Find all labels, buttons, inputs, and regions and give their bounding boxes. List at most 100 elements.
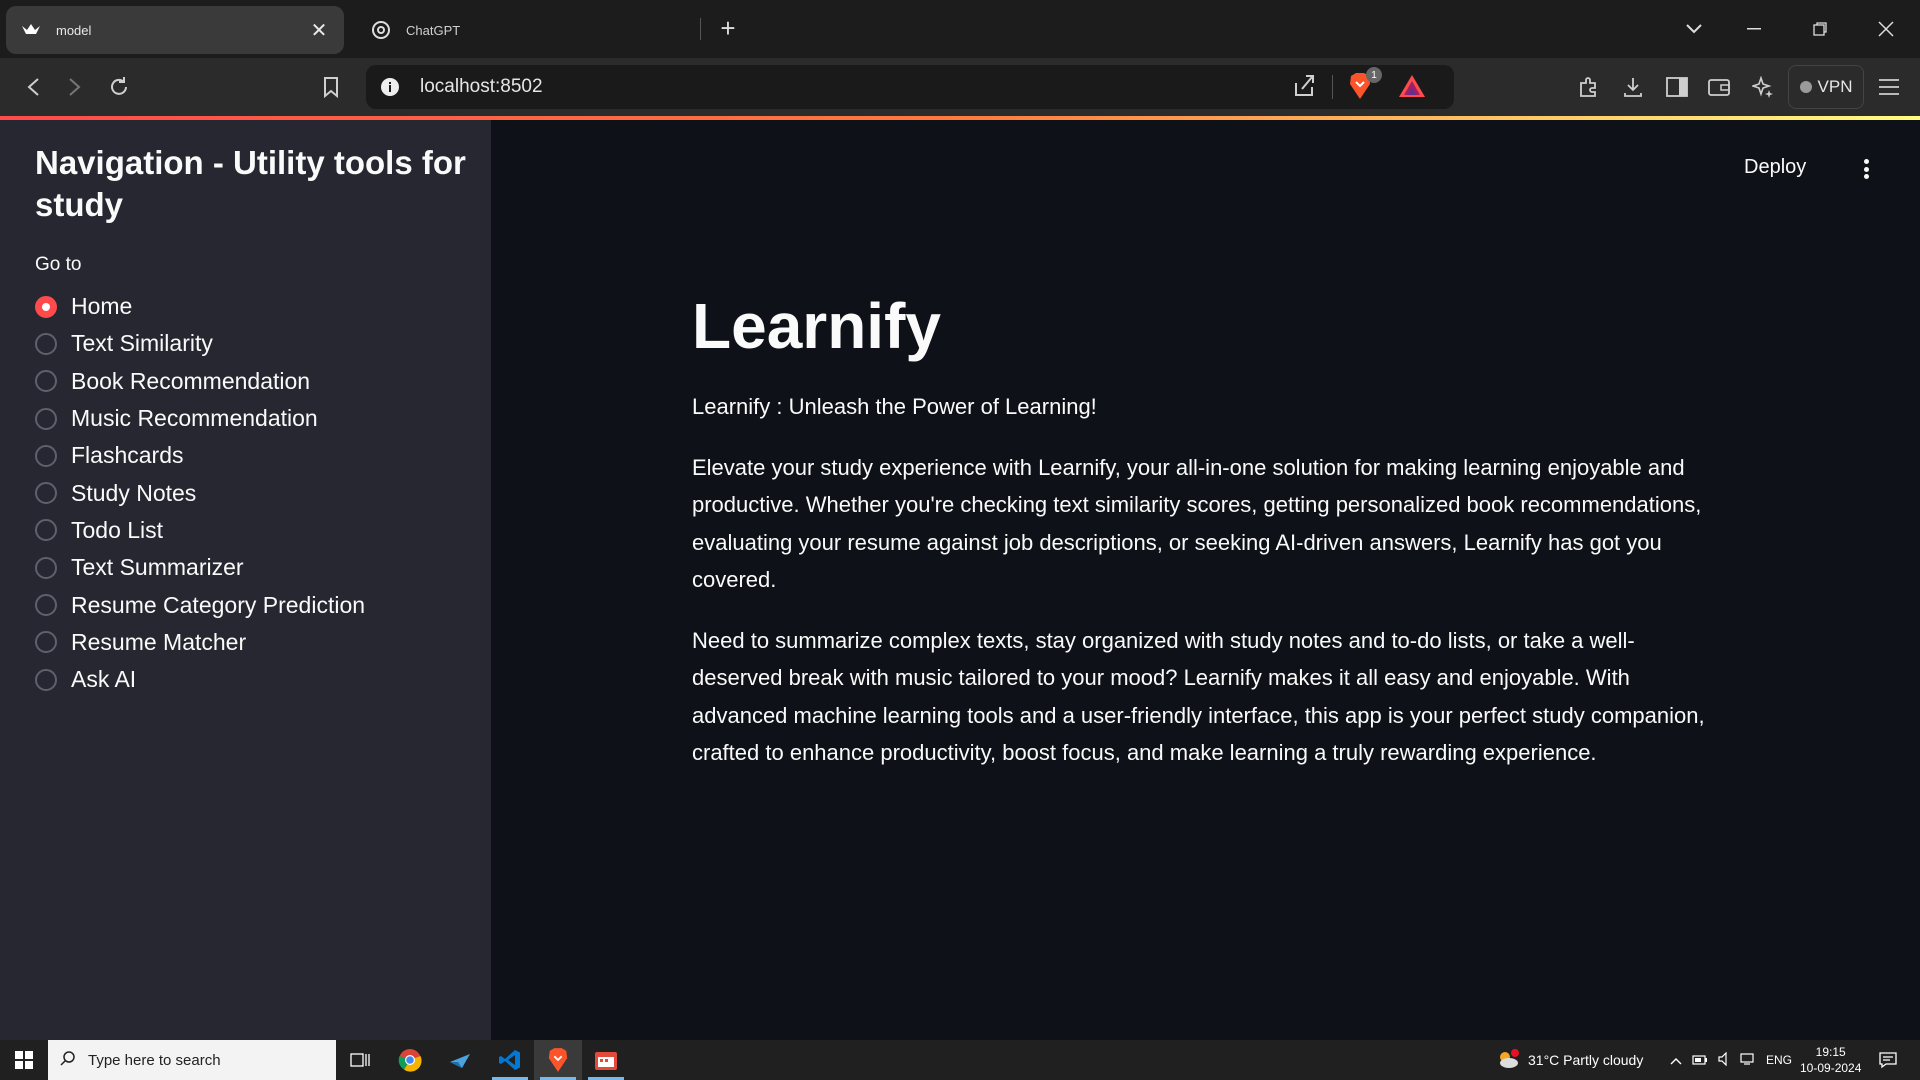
radio-option-resume-matcher[interactable]: Resume Matcher	[35, 624, 365, 661]
reload-icon[interactable]	[102, 70, 136, 104]
radio-button[interactable]	[35, 407, 57, 430]
tab-model[interactable]: model ✕	[6, 6, 344, 54]
site-info-icon[interactable]	[378, 75, 402, 99]
browser-toolbar: localhost:8502 1 VPN	[0, 58, 1920, 116]
close-tab-icon[interactable]: ✕	[308, 19, 330, 42]
minimize-icon[interactable]	[1724, 8, 1784, 50]
bookmark-icon[interactable]	[314, 70, 348, 104]
shields-count-badge: 1	[1366, 67, 1382, 83]
radio-button[interactable]	[35, 295, 57, 318]
close-window-icon[interactable]	[1856, 8, 1916, 50]
radio-option-home[interactable]: Home	[35, 288, 365, 325]
network-icon[interactable]	[1740, 1052, 1754, 1068]
vpn-button[interactable]: VPN	[1788, 65, 1864, 109]
radio-label: Resume Matcher	[71, 628, 247, 655]
features-paragraph: Need to summarize complex texts, stay or…	[692, 627, 1705, 766]
radio-button[interactable]	[35, 444, 57, 467]
search-placeholder: Type here to search	[88, 1051, 221, 1069]
leo-ai-icon[interactable]	[1746, 70, 1780, 104]
radio-button[interactable]	[35, 370, 57, 393]
chevron-up-icon[interactable]	[1670, 1052, 1682, 1068]
tab-chatgpt[interactable]: ChatGPT	[356, 6, 700, 54]
screen: model ✕ ChatGPT + localhost:8502 1 VPN N…	[0, 0, 1920, 1080]
clock-time: 19:15	[1815, 1045, 1846, 1059]
tagline: Learnify : Unleash the Power of Learning…	[692, 394, 1097, 419]
restore-icon[interactable]	[1790, 8, 1850, 50]
radio-option-todo-list[interactable]: Todo List	[35, 512, 365, 549]
extensions-icon[interactable]	[1572, 70, 1606, 104]
app-icon[interactable]	[436, 1040, 484, 1080]
radio-option-resume-category-prediction[interactable]: Resume Category Prediction	[35, 586, 365, 623]
sidebar-title: Navigation - Utility tools for study	[35, 144, 466, 223]
main-menu-kebab-icon[interactable]	[1854, 156, 1878, 182]
page-title: Learnify	[692, 290, 941, 362]
weather-text: 31°C Partly cloudy	[1528, 1052, 1644, 1068]
url-text: localhost:8502	[420, 76, 543, 97]
share-icon[interactable]	[1292, 73, 1316, 104]
radio-label: Book Recommendation	[71, 367, 311, 394]
radio-option-text-similarity[interactable]: Text Similarity	[35, 325, 365, 362]
intro-paragraph: Elevate your study experience with Learn…	[692, 454, 1702, 593]
taskbar-search-box[interactable]: Type here to search	[48, 1040, 336, 1080]
weather-icon	[1496, 1048, 1520, 1072]
tab-title: model	[56, 22, 92, 38]
radio-label: Text Summarizer	[71, 554, 244, 581]
omnibox-separator	[1332, 75, 1333, 99]
clock[interactable]: 19:15 10-09-2024	[1800, 1040, 1861, 1080]
tab-search-chevron-icon[interactable]	[1664, 8, 1724, 50]
download-icon[interactable]	[1616, 70, 1650, 104]
radio-button[interactable]	[35, 668, 57, 691]
menu-icon[interactable]	[1872, 70, 1906, 104]
brave-rewards-icon[interactable]	[1398, 73, 1426, 104]
page-content: Learnify Learnify : Unleash the Power of…	[692, 288, 1722, 795]
sidebar-toggle-icon[interactable]	[1660, 70, 1694, 104]
notification-icon[interactable]	[1864, 1040, 1912, 1080]
forward-icon[interactable]	[58, 70, 92, 104]
battery-icon[interactable]	[1692, 1052, 1708, 1068]
radio-group-label: Go to	[35, 254, 82, 275]
radio-label: Todo List	[71, 516, 164, 543]
radio-label: Ask AI	[71, 666, 137, 693]
radio-option-study-notes[interactable]: Study Notes	[35, 474, 365, 511]
radio-option-music-recommendation[interactable]: Music Recommendation	[35, 400, 365, 437]
volume-icon[interactable]	[1718, 1051, 1730, 1069]
chrome-icon[interactable]	[386, 1040, 434, 1080]
radio-button[interactable]	[35, 332, 57, 355]
address-bar[interactable]: localhost:8502 1	[366, 65, 1454, 109]
language-indicator[interactable]: ENG	[1766, 1053, 1792, 1067]
deploy-button[interactable]: Deploy	[1744, 156, 1806, 179]
vscode-icon[interactable]	[486, 1040, 534, 1080]
radio-label: Text Similarity	[71, 330, 213, 357]
back-icon[interactable]	[16, 70, 50, 104]
radio-option-book-recommendation[interactable]: Book Recommendation	[35, 363, 365, 400]
radio-label: Flashcards	[71, 442, 184, 469]
new-tab-button[interactable]: +	[714, 13, 742, 43]
radio-option-text-summarizer[interactable]: Text Summarizer	[35, 549, 365, 586]
windows-start-icon[interactable]	[0, 1040, 48, 1080]
radio-option-ask-ai[interactable]: Ask AI	[35, 661, 365, 698]
calendar-app-icon[interactable]	[582, 1040, 630, 1080]
vpn-label: VPN	[1817, 77, 1853, 96]
radio-label: Music Recommendation	[71, 405, 318, 432]
wallet-icon[interactable]	[1702, 70, 1736, 104]
radio-button[interactable]	[35, 631, 57, 654]
task-view-icon[interactable]	[336, 1040, 384, 1080]
radio-button[interactable]	[35, 556, 57, 579]
weather-widget[interactable]: 31°C Partly cloudy	[1496, 1040, 1643, 1080]
vpn-status-icon	[1799, 81, 1812, 93]
chatgpt-icon	[370, 19, 392, 41]
tab-separator	[700, 18, 701, 40]
radio-label: Study Notes	[71, 479, 197, 506]
radio-label: Home	[71, 293, 133, 320]
radio-option-flashcards[interactable]: Flashcards	[35, 437, 365, 474]
search-icon	[60, 1050, 76, 1070]
radio-button[interactable]	[35, 594, 57, 617]
tray-icons: ENG	[1670, 1040, 1792, 1080]
browser-tab-strip: model ✕ ChatGPT +	[0, 0, 1920, 58]
radio-button[interactable]	[35, 482, 57, 505]
brave-taskbar-icon[interactable]	[534, 1040, 582, 1080]
navigation-radio-group: Home Text Similarity Book Recommendation…	[35, 288, 365, 698]
clock-date: 10-09-2024	[1800, 1061, 1862, 1075]
tab-title: ChatGPT	[406, 22, 461, 38]
radio-button[interactable]	[35, 519, 57, 542]
